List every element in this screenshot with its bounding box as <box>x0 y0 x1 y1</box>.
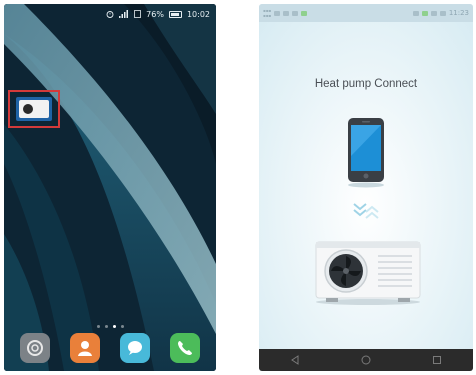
page-dot <box>120 325 124 328</box>
alarm-icon <box>106 10 114 18</box>
carrier-icon: ▪▪▪ ▪▪▪ <box>263 8 272 18</box>
notification-icon <box>283 10 290 16</box>
notification-icon <box>301 10 308 16</box>
status-bar: 76% 10:02 <box>4 4 216 24</box>
signal-icon <box>430 10 437 16</box>
page-dot-active <box>112 325 116 328</box>
page-dot <box>96 325 100 328</box>
notification-icon <box>292 10 299 16</box>
battery-percent: 76% <box>146 9 164 19</box>
battery-icon <box>168 10 182 18</box>
smartphone-icon <box>344 116 388 193</box>
heat-pump-unit-icon <box>312 238 424 311</box>
notification-icon <box>274 10 281 16</box>
signal-icon <box>119 10 129 18</box>
dock <box>4 333 216 363</box>
recents-icon[interactable] <box>432 355 442 365</box>
page-indicator <box>4 325 216 328</box>
app-title: Heat pump Connect <box>314 78 418 90</box>
heat-pump-app-icon[interactable] <box>16 97 52 121</box>
back-icon[interactable] <box>290 355 300 365</box>
home-icon[interactable] <box>361 355 371 365</box>
page-dot <box>104 325 108 328</box>
sim-icon <box>134 10 142 18</box>
heat-pump-app-highlight[interactable] <box>8 90 60 128</box>
wifi-icon <box>421 10 428 16</box>
messages-icon[interactable] <box>120 333 150 363</box>
sync-arrows-icon <box>351 200 381 227</box>
contacts-icon[interactable] <box>70 333 100 363</box>
phone-call-icon[interactable] <box>170 333 200 363</box>
status-time: 11:23 <box>448 9 469 17</box>
status-bar: ▪▪▪ ▪▪▪ 11:23 <box>259 4 473 22</box>
status-time: 10:02 <box>186 9 210 19</box>
settings-icon[interactable] <box>20 333 50 363</box>
home-screen: 76% 10:02 <box>4 4 216 371</box>
battery-icon <box>439 10 446 16</box>
heat-pump-app-screen: ▪▪▪ ▪▪▪ 11:23 Heat pump Connect <box>259 4 473 371</box>
wallpaper <box>4 4 216 371</box>
alarm-icon <box>412 10 419 16</box>
navigation-bar <box>259 349 473 371</box>
